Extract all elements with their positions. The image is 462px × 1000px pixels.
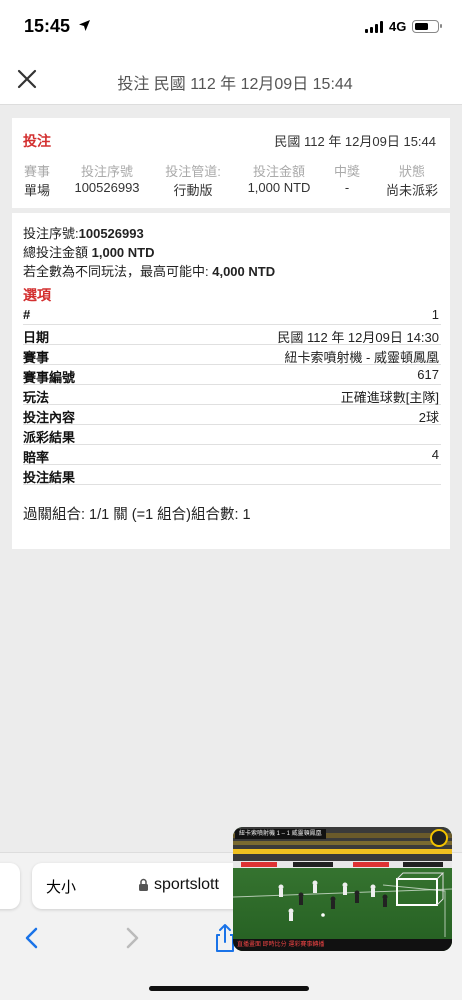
forward-button[interactable] — [122, 926, 142, 955]
max-payout-label: 若全數為不同玩法，最高可能中: — [23, 264, 213, 279]
detail-key: 賽事編號 — [23, 370, 76, 385]
text-size-button[interactable]: 大小 — [46, 876, 76, 897]
detail-key: 賽事 — [23, 350, 50, 365]
video-score-overlay: 紐卡索噴射機 1 – 1 威靈頓鳳凰 — [235, 829, 326, 839]
pip-video[interactable]: 紐卡索噴射機 1 – 1 威靈頓鳳凰 直播畫面 即時比分 運彩賽事轉播 — [233, 827, 452, 951]
page-title: 投注 民國 112 年 12月09日 15:44 — [117, 76, 353, 93]
previous-tab-preview[interactable] — [0, 863, 20, 909]
summary-header-cell: 投注金額 — [252, 164, 306, 179]
back-button[interactable] — [22, 926, 42, 955]
total-value: 1,000 NTD — [91, 245, 155, 260]
summary-header-cell: 狀態 — [398, 164, 426, 179]
detail-key: 派彩結果 — [23, 430, 76, 445]
detail-key: 投注內容 — [23, 410, 76, 425]
home-indicator[interactable] — [149, 986, 309, 991]
total-line: 總投注金額 1,000 NTD — [23, 242, 155, 261]
soccer-match-thumbnail — [233, 827, 452, 951]
detail-value: 617 — [417, 367, 439, 382]
detail-row: 日期 民國 112 年 12月09日 14:30 — [23, 325, 441, 345]
detail-key: 投注結果 — [23, 470, 76, 485]
lock-icon — [138, 878, 149, 897]
detail-value: 正確進球數[主隊] — [340, 390, 439, 405]
network-type: 4G — [389, 19, 407, 34]
detail-value: 民國 112 年 12月09日 14:30 — [277, 330, 439, 345]
chevron-left-icon — [25, 927, 38, 949]
video-caption-ticker: 直播畫面 即時比分 運彩賽事轉播 — [233, 939, 452, 951]
detail-key: # — [23, 307, 31, 322]
summary-value-cell: 1,000 NTD — [247, 180, 311, 195]
summary-title: 投注 — [23, 133, 51, 149]
summary-value-cell: - — [344, 180, 350, 195]
max-payout-line: 若全數為不同玩法，最高可能中: 4,000 NTD — [23, 261, 275, 280]
battery-icon — [412, 20, 442, 33]
detail-row: 派彩結果 — [23, 425, 441, 445]
serial-line: 投注序號:100526993 — [23, 223, 144, 242]
detail-row: 玩法 正確進球數[主隊] — [23, 385, 441, 405]
selection-title: 選項 — [23, 287, 51, 303]
total-label: 總投注金額 — [23, 245, 92, 260]
summary-header-cell: 中獎 — [333, 164, 361, 179]
detail-value: 1 — [431, 307, 439, 322]
serial-value: 100526993 — [78, 226, 144, 241]
summary-value-cell: 行動版 — [173, 183, 213, 198]
detail-value: 紐卡索噴射機 - 威靈頓鳳凰 — [284, 350, 439, 365]
cellular-signal-icon — [365, 21, 383, 33]
bet-detail-card: 投注序號:100526993 總投注金額 1,000 NTD 若全數為不同玩法，… — [12, 213, 450, 549]
status-bar: 15:45 4G — [0, 0, 462, 54]
detail-value: 2球 — [418, 410, 439, 425]
broadcaster-logo-icon — [430, 829, 448, 847]
bet-summary-card: 投注 民國 112 年 12月09日 15:44 賽事 投注序號 投注管道: 投… — [12, 118, 450, 208]
detail-row: 賠率 4 — [23, 445, 441, 465]
summary-header-cell: 賽事 — [23, 164, 51, 179]
page-header: 投注 民國 112 年 12月09日 15:44 — [0, 54, 462, 105]
url-text: sportslott — [154, 876, 219, 893]
summary-value-cell: 單場 — [23, 183, 51, 198]
summary-header-cell: 投注序號 — [80, 164, 134, 179]
parlay-summary: 過關組合: 1/1 關 (=1 組合)組合數: 1 — [23, 507, 251, 523]
serial-label: 投注序號: — [23, 226, 79, 241]
max-payout-value: 4,000 NTD — [212, 264, 276, 279]
detail-row: # 1 — [23, 305, 441, 325]
detail-row: 賽事編號 617 — [23, 365, 441, 385]
summary-value-cell: 100526993 — [74, 180, 140, 195]
chevron-right-icon — [126, 927, 139, 949]
detail-key: 日期 — [23, 330, 50, 345]
detail-key: 賠率 — [23, 450, 50, 465]
summary-value-cell: 尚未派彩 — [385, 183, 439, 198]
location-arrow-icon — [78, 19, 91, 37]
summary-date: 民國 112 年 12月09日 15:44 — [274, 134, 436, 149]
detail-value: 4 — [431, 447, 439, 462]
detail-row: 投注結果 — [23, 465, 441, 485]
detail-key: 玩法 — [23, 390, 50, 405]
summary-header-cell: 投注管道: — [165, 164, 221, 179]
detail-row: 投注內容 2球 — [23, 405, 441, 425]
detail-row: 賽事 紐卡索噴射機 - 威靈頓鳳凰 — [23, 345, 441, 365]
status-time: 15:45 — [24, 16, 71, 36]
